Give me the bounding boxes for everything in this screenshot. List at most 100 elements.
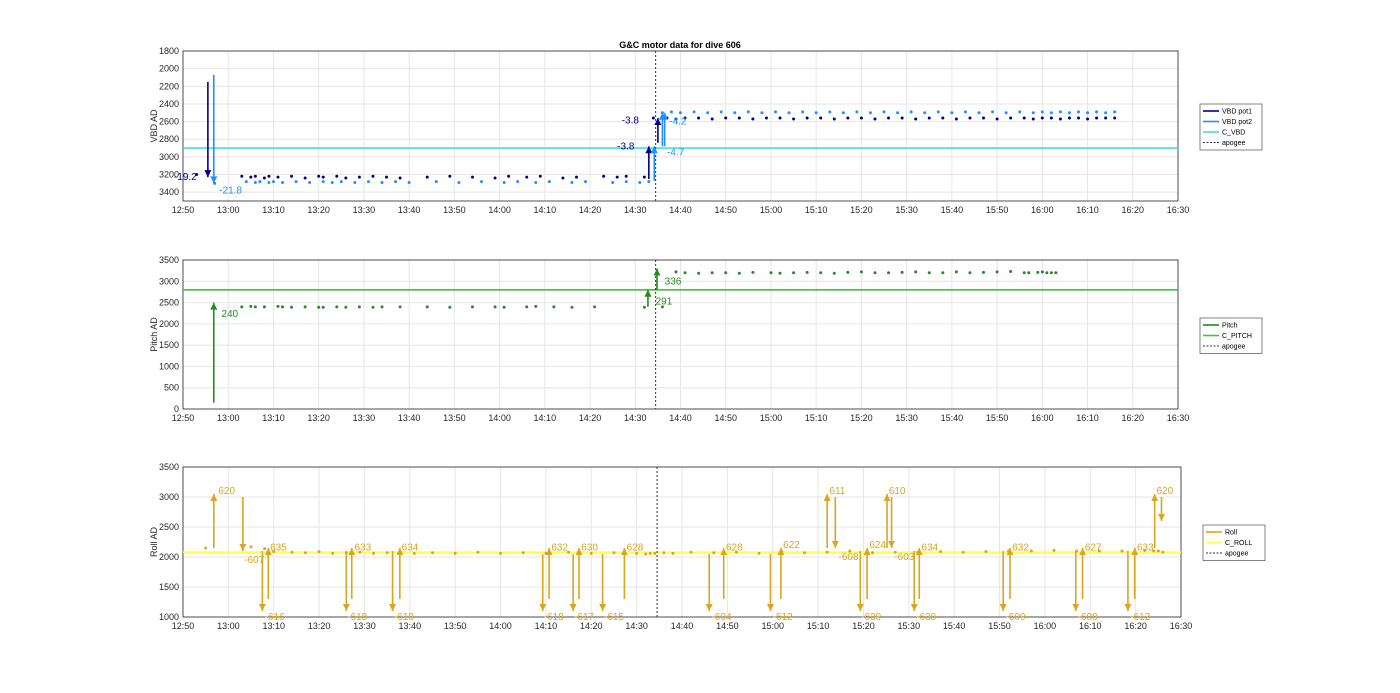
data-point xyxy=(253,305,257,309)
data-point xyxy=(271,180,275,184)
x-tick-label: 15:10 xyxy=(805,205,828,215)
data-point xyxy=(1058,110,1062,114)
data-point xyxy=(262,176,266,180)
data-point xyxy=(1095,116,1099,120)
x-tick-label: 12:50 xyxy=(172,621,195,631)
data-point xyxy=(317,550,321,554)
data-point xyxy=(819,116,823,120)
data-point xyxy=(689,550,693,554)
data-point xyxy=(380,180,384,184)
data-point xyxy=(240,305,244,309)
data-point xyxy=(321,180,325,184)
arrow-label: 627 xyxy=(1085,542,1102,553)
data-point xyxy=(624,180,628,184)
data-point xyxy=(263,547,267,551)
x-tick-label: 15:40 xyxy=(941,413,964,423)
data-point xyxy=(1029,549,1033,553)
data-point xyxy=(757,551,761,555)
data-point xyxy=(335,305,339,309)
arrow-label: 635 xyxy=(270,542,287,553)
arrow-label: -617 xyxy=(574,612,594,623)
data-point xyxy=(303,551,307,555)
x-tick-label: 15:50 xyxy=(986,413,1009,423)
legend-label: Roll xyxy=(1225,530,1238,537)
data-point xyxy=(480,180,483,184)
figure-title: G&C motor data for dive 606 xyxy=(619,40,741,50)
data-point xyxy=(724,116,728,120)
data-point xyxy=(778,271,782,275)
x-tick-label: 12:50 xyxy=(172,205,195,215)
y-axis-label: Pitch AD xyxy=(149,317,159,352)
data-point xyxy=(1022,271,1026,275)
data-point xyxy=(262,305,266,309)
data-point xyxy=(431,551,434,555)
x-tick-label: 16:00 xyxy=(1034,621,1057,631)
data-point xyxy=(1004,111,1008,115)
data-point xyxy=(679,111,682,115)
x-tick-label: 13:50 xyxy=(443,205,466,215)
data-point xyxy=(570,305,574,309)
data-point xyxy=(653,551,657,555)
x-tick-label: 16:00 xyxy=(1031,205,1054,215)
data-point xyxy=(733,111,737,115)
x-tick-label: 15:50 xyxy=(986,205,1009,215)
data-point xyxy=(868,111,872,115)
data-point xyxy=(984,550,988,554)
data-point xyxy=(357,175,361,179)
data-point xyxy=(846,270,850,274)
x-tick-label: 14:30 xyxy=(624,413,647,423)
x-tick-label: 13:00 xyxy=(217,621,240,631)
data-point xyxy=(746,110,750,114)
data-point xyxy=(453,551,457,555)
legend-label: apogee xyxy=(1222,140,1245,147)
data-point xyxy=(706,111,710,115)
data-point xyxy=(499,551,503,555)
x-tick-label: 14:00 xyxy=(488,413,511,423)
arrow-label: 624 xyxy=(869,540,886,551)
x-tick-label: 15:10 xyxy=(807,621,830,631)
x-tick-label: 13:20 xyxy=(307,205,330,215)
x-tick-label: 13:20 xyxy=(308,621,331,631)
x-tick-label: 13:50 xyxy=(444,621,467,631)
data-point xyxy=(353,180,357,184)
y-tick-label: 1800 xyxy=(159,46,179,56)
arrow-label: 632 xyxy=(1012,542,1029,553)
data-point xyxy=(1120,549,1124,553)
data-point xyxy=(290,305,294,309)
x-tick-label: 15:20 xyxy=(850,413,873,423)
data-point xyxy=(244,180,248,184)
data-point xyxy=(900,116,904,120)
data-point xyxy=(493,176,497,180)
y-tick-label: 2600 xyxy=(159,117,179,127)
data-point xyxy=(778,116,782,120)
data-point xyxy=(1027,271,1031,275)
data-point xyxy=(249,545,253,549)
data-point xyxy=(968,271,972,275)
data-point xyxy=(692,110,696,114)
arrow-label: 632 xyxy=(551,542,568,553)
x-tick-label: 13:00 xyxy=(217,413,240,423)
data-point xyxy=(963,110,967,114)
data-point xyxy=(624,174,628,178)
data-point xyxy=(281,305,284,309)
data-point xyxy=(240,174,244,178)
data-point xyxy=(1058,117,1062,121)
data-point xyxy=(954,270,958,274)
x-tick-label: 12:50 xyxy=(172,413,195,423)
y-tick-label: 3500 xyxy=(159,462,179,472)
data-point xyxy=(493,305,497,309)
x-tick-label: 13:40 xyxy=(398,205,421,215)
x-tick-label: 14:40 xyxy=(669,205,692,215)
data-point xyxy=(936,110,940,114)
data-point xyxy=(1095,110,1099,114)
pitch-panel: 12:50 13:00 13:10 13:20 13:30 13:40 13:50 14:00… xyxy=(149,255,1263,423)
arrow-label: -4.2 xyxy=(669,117,687,128)
data-point xyxy=(1009,116,1013,120)
data-point xyxy=(982,270,986,274)
y-tick-label: 1000 xyxy=(159,612,179,622)
data-point xyxy=(647,180,651,184)
data-point xyxy=(792,117,796,121)
x-tick-label: 14:10 xyxy=(534,413,557,423)
data-point xyxy=(1036,270,1040,274)
data-point xyxy=(683,271,687,275)
